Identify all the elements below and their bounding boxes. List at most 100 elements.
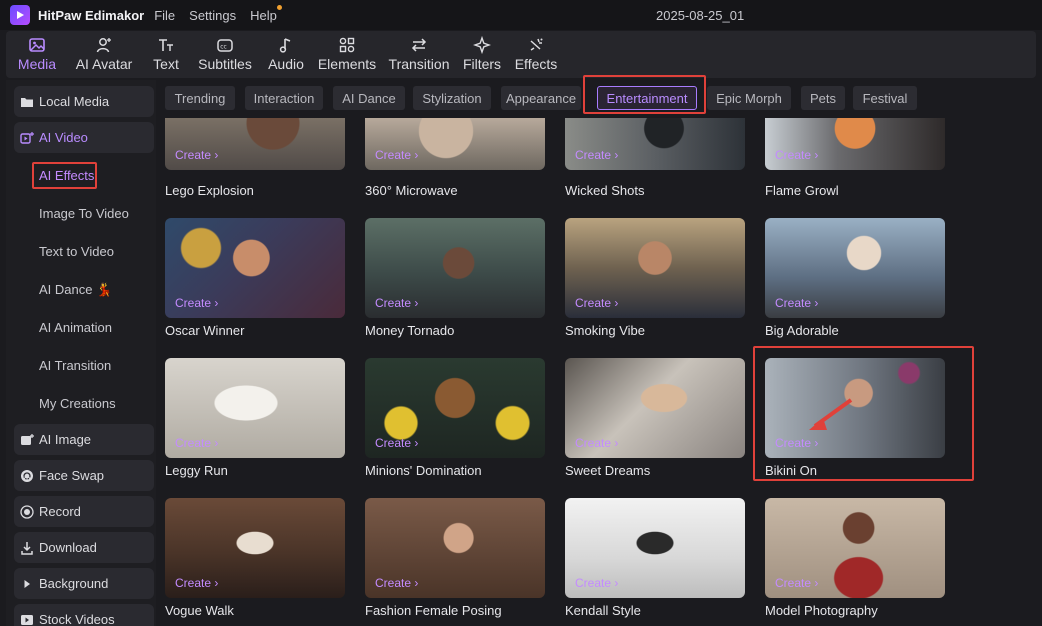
effect-thumbnail[interactable]: Create ›	[365, 498, 545, 598]
tool-filters-label: Filters	[462, 56, 502, 72]
tool-effects[interactable]: Effects	[514, 31, 558, 78]
create-link[interactable]: Create ›	[375, 436, 418, 450]
create-link[interactable]: Create ›	[575, 148, 618, 162]
create-link[interactable]: Create ›	[575, 296, 618, 310]
notification-dot-icon	[276, 4, 282, 10]
create-link[interactable]: Create ›	[775, 296, 818, 310]
media-sidebar: Local Media AI Video AI Effects Image To…	[6, 80, 156, 626]
sidebar-subitem-ai-effects[interactable]: AI Effects	[39, 168, 94, 183]
create-link[interactable]: Create ›	[175, 436, 218, 450]
create-link[interactable]: Create ›	[775, 576, 818, 590]
subtitles-icon: cc	[214, 35, 236, 55]
ai-image-icon	[20, 433, 34, 447]
effect-thumbnail[interactable]: Create ›	[565, 498, 745, 598]
tab-appearance[interactable]: Appearance	[501, 86, 581, 110]
title-bar: HitPaw Edimakor File Settings Help 2025-…	[0, 0, 1042, 30]
menu-file[interactable]: File	[154, 8, 175, 23]
effect-thumbnail[interactable]: Create ›	[165, 118, 345, 170]
tool-elements[interactable]: Elements	[317, 31, 377, 78]
create-link[interactable]: Create ›	[375, 576, 418, 590]
record-icon	[20, 504, 34, 519]
tab-entertainment[interactable]: Entertainment	[597, 86, 697, 110]
tab-ai-dance[interactable]: AI Dance	[333, 86, 405, 110]
tab-stylization[interactable]: Stylization	[413, 86, 491, 110]
tool-audio-label: Audio	[268, 56, 304, 72]
transition-icon	[408, 35, 430, 55]
create-link[interactable]: Create ›	[175, 576, 218, 590]
create-link[interactable]: Create ›	[175, 296, 218, 310]
sidebar-item-label: AI Video	[39, 130, 88, 145]
tool-elements-label: Elements	[317, 56, 377, 72]
effect-title: Lego Explosion	[165, 183, 254, 198]
sidebar-subitem-my-creations[interactable]: My Creations	[39, 396, 116, 411]
folder-icon	[20, 95, 34, 109]
create-link[interactable]: Create ›	[775, 436, 818, 450]
ai-video-icon	[20, 131, 34, 145]
menu-settings[interactable]: Settings	[189, 8, 236, 23]
create-link[interactable]: Create ›	[175, 148, 218, 162]
sidebar-item-stock-videos[interactable]: Stock Videos	[14, 604, 154, 626]
face-swap-icon	[20, 469, 34, 483]
effect-thumbnail[interactable]: Create ›	[365, 118, 545, 170]
effect-thumbnail[interactable]: Create ›	[365, 358, 545, 458]
tool-text[interactable]: Text	[151, 31, 181, 78]
tab-pets[interactable]: Pets	[801, 86, 845, 110]
effect-thumbnail[interactable]: Create ›	[365, 218, 545, 318]
sidebar-item-label: Record	[39, 504, 81, 519]
tool-transition[interactable]: Transition	[389, 31, 449, 78]
effect-thumbnail[interactable]: Create ›	[765, 218, 945, 318]
sidebar-item-background[interactable]: Background	[14, 568, 154, 599]
tab-trending[interactable]: Trending	[165, 86, 235, 110]
menu-help[interactable]: Help	[250, 4, 282, 23]
tab-festival[interactable]: Festival	[853, 86, 917, 110]
tool-ai-avatar[interactable]: AI Avatar	[75, 31, 133, 78]
create-link[interactable]: Create ›	[575, 576, 618, 590]
effect-thumbnail[interactable]: Create ›	[565, 358, 745, 458]
create-link[interactable]: Create ›	[375, 148, 418, 162]
effect-title: Fashion Female Posing	[365, 603, 502, 618]
create-link[interactable]: Create ›	[575, 436, 618, 450]
sidebar-item-download[interactable]: Download	[14, 532, 154, 563]
tab-epic-morph[interactable]: Epic Morph	[707, 86, 791, 110]
effect-thumbnail[interactable]: Create ›	[165, 498, 345, 598]
app-logo-icon	[10, 5, 30, 25]
effect-thumbnail[interactable]: Create ›	[765, 358, 945, 458]
stock-videos-icon	[20, 613, 34, 626]
effect-thumbnail[interactable]: Create ›	[165, 358, 345, 458]
sidebar-subitem-text-to-video[interactable]: Text to Video	[39, 244, 114, 259]
tab-interaction[interactable]: Interaction	[245, 86, 323, 110]
tool-audio[interactable]: Audio	[267, 31, 305, 78]
sidebar-subitem-ai-dance[interactable]: AI Dance 💃	[39, 282, 112, 298]
sidebar-item-face-swap[interactable]: Face Swap	[14, 460, 154, 491]
effect-thumbnail[interactable]: Create ›	[765, 498, 945, 598]
sidebar-item-label: Face Swap	[39, 468, 105, 483]
sidebar-item-ai-video[interactable]: AI Video	[14, 122, 154, 153]
sidebar-item-record[interactable]: Record	[14, 496, 154, 527]
sidebar-item-label: Stock Videos	[39, 612, 115, 626]
sidebar-item-label: Local Media	[39, 94, 110, 109]
create-link[interactable]: Create ›	[375, 296, 418, 310]
tool-ai-avatar-label: AI Avatar	[75, 56, 133, 72]
sidebar-subitem-image-to-video[interactable]: Image To Video	[39, 206, 129, 221]
sidebar-item-label: Download	[39, 540, 97, 555]
tool-filters[interactable]: Filters	[463, 31, 501, 78]
text-icon	[155, 35, 177, 55]
tool-subtitles[interactable]: cc Subtitles	[198, 31, 252, 78]
sidebar-subitem-ai-transition[interactable]: AI Transition	[39, 358, 111, 373]
effect-title: Leggy Run	[165, 463, 228, 478]
effect-title: Vogue Walk	[165, 603, 234, 618]
effect-thumbnail[interactable]: Create ›	[765, 118, 945, 170]
effect-thumbnail[interactable]: Create ›	[165, 218, 345, 318]
sidebar-item-local-media[interactable]: Local Media	[14, 86, 154, 117]
effect-title: Flame Growl	[765, 183, 839, 198]
effect-title: Oscar Winner	[165, 323, 245, 338]
effect-thumbnail[interactable]: Create ›	[565, 118, 745, 170]
sidebar-item-ai-image[interactable]: AI Image	[14, 424, 154, 455]
main-toolbar: Media AI Avatar Text cc Subtitles Audio …	[6, 31, 1036, 78]
effect-title: Sweet Dreams	[565, 463, 651, 478]
tool-media[interactable]: Media	[16, 31, 58, 78]
create-link[interactable]: Create ›	[775, 148, 818, 162]
menu-bar: File Settings Help	[154, 4, 291, 23]
sidebar-subitem-ai-animation[interactable]: AI Animation	[39, 320, 112, 335]
effect-thumbnail[interactable]: Create ›	[565, 218, 745, 318]
